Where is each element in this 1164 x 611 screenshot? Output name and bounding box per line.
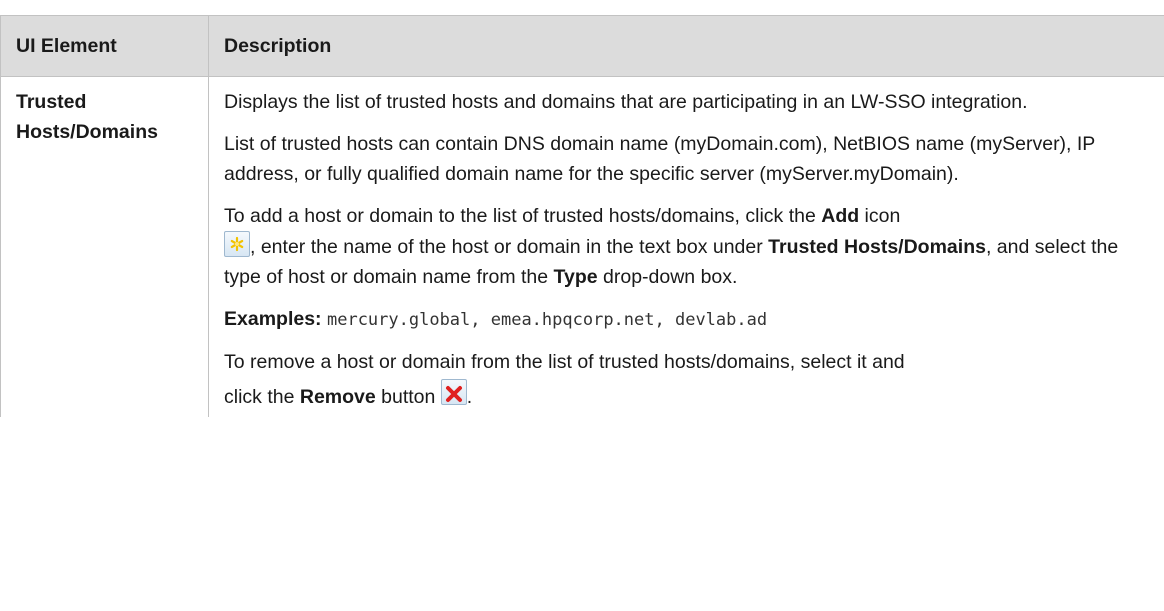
table-header-row: UI Element Description <box>0 15 1164 77</box>
add-asterisk-icon <box>224 231 250 257</box>
remove-label: Remove <box>299 386 376 408</box>
description-cell: Displays the list of trusted hosts and d… <box>208 76 1164 417</box>
type-label: Type <box>553 266 598 288</box>
description-remove-instructions: To remove a host or domain from the list… <box>224 351 905 408</box>
ui-element-name: Trusted Hosts/Domains <box>0 76 209 417</box>
add-label: Add <box>821 205 860 227</box>
examples-code: mercury.global, emea.hpqcorp.net, devlab… <box>326 310 768 330</box>
remove-x-icon <box>440 379 467 405</box>
examples-label: Examples: <box>224 308 322 330</box>
header-ui-element: UI Element <box>0 15 209 77</box>
description-intro: Displays the list of trusted hosts and d… <box>224 91 1028 113</box>
trusted-hosts-label: Trusted Hosts/Domains <box>768 236 986 258</box>
description-examples: Examples: mercury.global, emea.hpqcorp.n… <box>224 304 1154 335</box>
description-add-instructions: To add a host or domain to the list of t… <box>224 205 1119 288</box>
description-trusted-hosts-types: List of trusted hosts can contain DNS do… <box>224 133 1095 185</box>
header-description: Description <box>208 15 1164 77</box>
element-name-line2: Hosts/Domains <box>16 121 158 143</box>
table-row: Trusted Hosts/Domains Displays the list … <box>0 76 1164 417</box>
ui-element-table: UI Element Description Trusted Hosts/Dom… <box>0 15 1164 417</box>
element-name-line1: Trusted <box>16 91 87 113</box>
